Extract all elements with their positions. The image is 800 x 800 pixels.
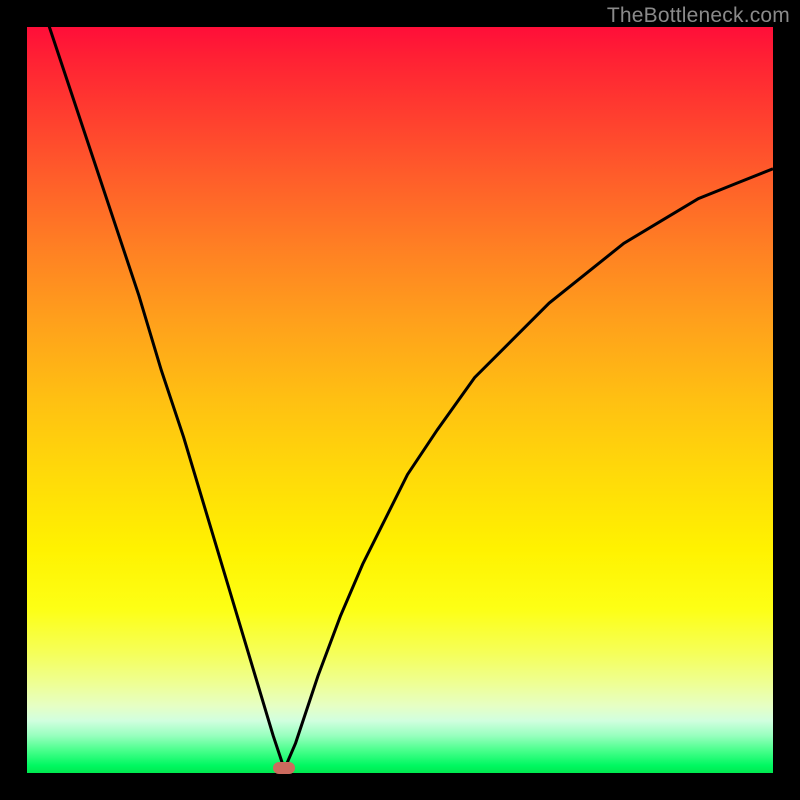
curve-path [27, 27, 773, 769]
bottleneck-minimum-marker [273, 762, 295, 774]
bottleneck-curve [27, 27, 773, 773]
chart-plot-area [27, 27, 773, 773]
watermark-text: TheBottleneck.com [607, 4, 790, 28]
